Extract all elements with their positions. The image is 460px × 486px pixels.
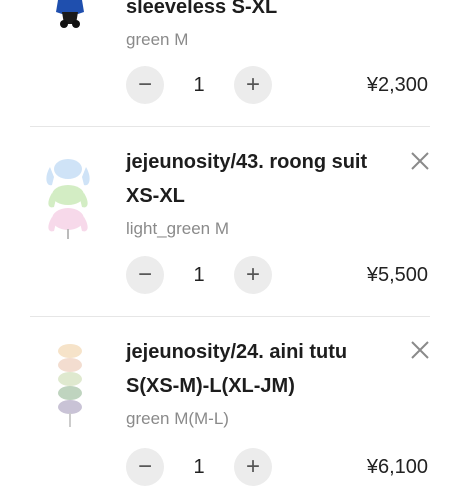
increase-quantity-button[interactable]: +: [234, 66, 272, 104]
product-price: ¥2,300: [366, 74, 428, 96]
close-icon: [411, 341, 429, 359]
increase-quantity-button[interactable]: +: [234, 256, 272, 294]
minus-icon: −: [137, 71, 152, 98]
remove-item-button[interactable]: [408, 338, 432, 362]
increase-quantity-button[interactable]: +: [234, 448, 272, 486]
cart-item: jejeunosity/24. aini tutu S(XS-M)-L(XL-J…: [0, 317, 460, 486]
cart-item: sleeveless S-XL green M − 1 + ¥2,300: [0, 0, 460, 126]
product-price: ¥5,500: [366, 264, 428, 286]
product-thumbnail[interactable]: [40, 157, 96, 239]
product-title[interactable]: jejeunosity/24. aini tutu S(XS-M)-L(XL-J…: [126, 335, 402, 403]
product-title[interactable]: jejeunosity/43. roong suit XS-XL: [126, 145, 402, 213]
quantity-value: 1: [193, 74, 205, 96]
plus-icon: +: [245, 71, 260, 98]
product-thumbnail[interactable]: [50, 343, 90, 427]
product-price: ¥6,100: [366, 456, 428, 478]
close-icon: [411, 152, 429, 170]
plus-icon: +: [245, 453, 260, 480]
minus-icon: −: [137, 261, 152, 288]
cart-item: jejeunosity/43. roong suit XS-XL light_g…: [0, 127, 460, 315]
minus-icon: −: [137, 453, 152, 480]
quantity-value: 1: [193, 264, 205, 286]
plus-icon: +: [245, 261, 260, 288]
decrease-quantity-button[interactable]: −: [126, 448, 164, 486]
quantity-value: 1: [193, 456, 205, 478]
product-variant: green M: [126, 30, 189, 49]
product-thumbnail[interactable]: [52, 0, 88, 30]
remove-item-button[interactable]: [408, 149, 432, 173]
decrease-quantity-button[interactable]: −: [126, 256, 164, 294]
product-title[interactable]: sleeveless S-XL: [126, 0, 402, 24]
product-variant: light_green M: [126, 219, 230, 238]
decrease-quantity-button[interactable]: −: [126, 66, 164, 104]
product-variant: green M(M-L): [126, 409, 229, 428]
